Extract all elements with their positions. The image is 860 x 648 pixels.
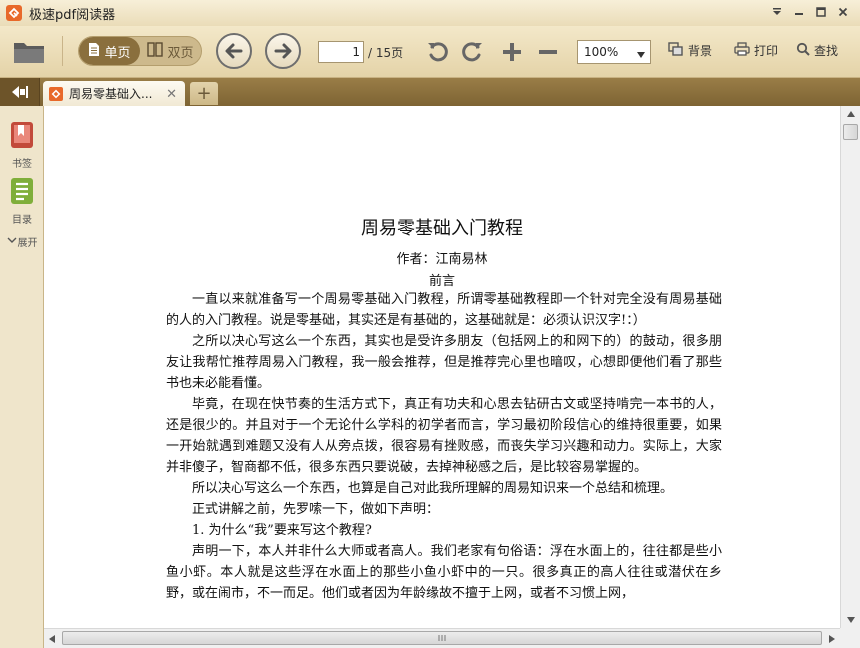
print-label: 打印 xyxy=(754,44,779,58)
title-bar: 极速pdf阅读器 xyxy=(0,0,860,26)
menu-down-icon[interactable] xyxy=(766,3,788,21)
scroll-left-icon[interactable] xyxy=(44,629,60,648)
arrow-right-icon xyxy=(274,43,292,59)
document-body: 一直以来就准备写一个周易零基础入门教程，所谓零基础教程即一个针对完全没有周易基础… xyxy=(166,289,722,604)
grip-icon xyxy=(438,635,446,641)
minimize-icon[interactable] xyxy=(788,3,810,21)
page-number-input[interactable] xyxy=(318,41,364,63)
app-title: 极速pdf阅读器 xyxy=(29,7,116,23)
close-icon[interactable] xyxy=(832,3,854,21)
toc-label: 目录 xyxy=(12,215,32,226)
zoom-value: 100% xyxy=(584,45,619,59)
plus-icon: + xyxy=(196,83,212,104)
view-mode-toggle: 单页 双页 xyxy=(78,36,202,66)
previous-page-button[interactable] xyxy=(216,33,252,69)
pdf-page: 周易零基础入门教程 作者：江南易林 前言 一直以来就准备写一个周易零基础入门教程… xyxy=(44,106,840,628)
scrollbar-corner xyxy=(840,628,860,648)
search-icon xyxy=(796,42,810,59)
scroll-down-icon[interactable] xyxy=(841,612,860,628)
paragraph: 一直以来就准备写一个周易零基础入门教程，所谓零基础教程即一个针对完全没有周易基础… xyxy=(166,292,722,328)
find-label: 查找 xyxy=(814,44,839,58)
single-page-label: 单页 xyxy=(104,45,131,61)
zoom-select[interactable]: 100% xyxy=(577,40,651,64)
document-viewer[interactable]: 周易零基础入门教程 作者：江南易林 前言 一直以来就准备写一个周易零基础入门教程… xyxy=(44,106,840,628)
expand-label: 展开 xyxy=(17,238,38,249)
collapse-sidebar-icon xyxy=(11,86,28,98)
document-title: 周易零基础入门教程 xyxy=(361,218,523,239)
background-label: 背景 xyxy=(688,44,713,58)
paragraph: 正式讲解之前，先罗嗦一下，做如下声明： xyxy=(192,502,440,517)
bookmark-icon xyxy=(9,120,35,153)
scroll-up-icon[interactable] xyxy=(841,106,860,122)
left-panel: 书签 目录 展开 xyxy=(0,106,44,648)
close-tab-icon[interactable]: ✕ xyxy=(166,87,177,102)
sidebar-collapse-button[interactable] xyxy=(0,78,40,106)
printer-icon xyxy=(734,42,750,59)
rotate-right-icon[interactable] xyxy=(458,38,486,66)
toc-icon xyxy=(9,176,35,209)
toolbar: 单页 双页 / 15页 100% 背景 xyxy=(0,26,860,78)
background-icon xyxy=(668,42,684,59)
bookmark-button[interactable]: 书签 xyxy=(0,120,44,170)
paragraph: 所以决心写这么一个东西，也算是自己对此我所理解的周易知识来一个总结和梳理。 xyxy=(192,481,674,496)
expand-button[interactable]: 展开 xyxy=(0,234,44,249)
zoom-out-icon[interactable] xyxy=(534,38,562,66)
single-page-button[interactable]: 单页 xyxy=(79,37,140,65)
page-total: / 15页 xyxy=(368,46,404,60)
tab-document[interactable]: 周易零基础入... ✕ xyxy=(43,81,185,106)
find-button[interactable]: 查找 xyxy=(796,42,838,59)
horizontal-scrollbar[interactable] xyxy=(44,628,840,648)
arrow-left-icon xyxy=(225,43,243,59)
double-page-icon xyxy=(147,41,164,61)
background-button[interactable]: 背景 xyxy=(668,42,712,59)
new-tab-button[interactable]: + xyxy=(190,82,218,105)
maximize-icon[interactable] xyxy=(810,3,832,21)
tab-label: 周易零基础入... xyxy=(69,87,153,101)
print-button[interactable]: 打印 xyxy=(734,42,778,59)
double-page-label: 双页 xyxy=(167,45,194,61)
chevron-down-icon xyxy=(7,236,17,247)
vertical-scrollbar[interactable] xyxy=(840,106,860,628)
document-author: 作者：江南易林 xyxy=(396,252,488,267)
chevron-down-icon xyxy=(636,48,646,62)
scroll-right-icon[interactable] xyxy=(824,629,840,648)
app-logo-icon xyxy=(6,5,22,21)
toolbar-divider xyxy=(62,36,63,66)
vertical-scroll-thumb[interactable] xyxy=(843,124,858,140)
zoom-in-icon[interactable] xyxy=(498,38,526,66)
document-preface-heading: 前言 xyxy=(428,274,455,289)
bookmark-label: 书签 xyxy=(12,159,32,170)
next-page-button[interactable] xyxy=(265,33,301,69)
horizontal-scroll-thumb[interactable] xyxy=(62,631,822,645)
paragraph: 毕竟，在现在快节奏的生活方式下，真正有功夫和心思去钻研古文或坚持啃完一本书的人，… xyxy=(166,397,722,475)
section-heading: 1. 为什么“我”要来写这个教程? xyxy=(192,523,372,538)
single-page-icon xyxy=(88,42,100,61)
tab-bar: 周易零基础入... ✕ + xyxy=(0,78,860,106)
pdf-file-icon xyxy=(49,86,63,101)
paragraph: 声明一下，本人并非什么大师或者高人。我们老家有句俗语：浮在水面上的，往往都是些小… xyxy=(166,544,722,601)
open-folder-icon[interactable] xyxy=(10,34,48,68)
rotate-left-icon[interactable] xyxy=(424,38,452,66)
toc-button[interactable]: 目录 xyxy=(0,176,44,226)
double-page-button[interactable]: 双页 xyxy=(140,37,201,65)
paragraph: 之所以决心写这么一个东西，其实也是受许多朋友（包括网上的和网下的）的鼓动，很多朋… xyxy=(166,334,722,391)
